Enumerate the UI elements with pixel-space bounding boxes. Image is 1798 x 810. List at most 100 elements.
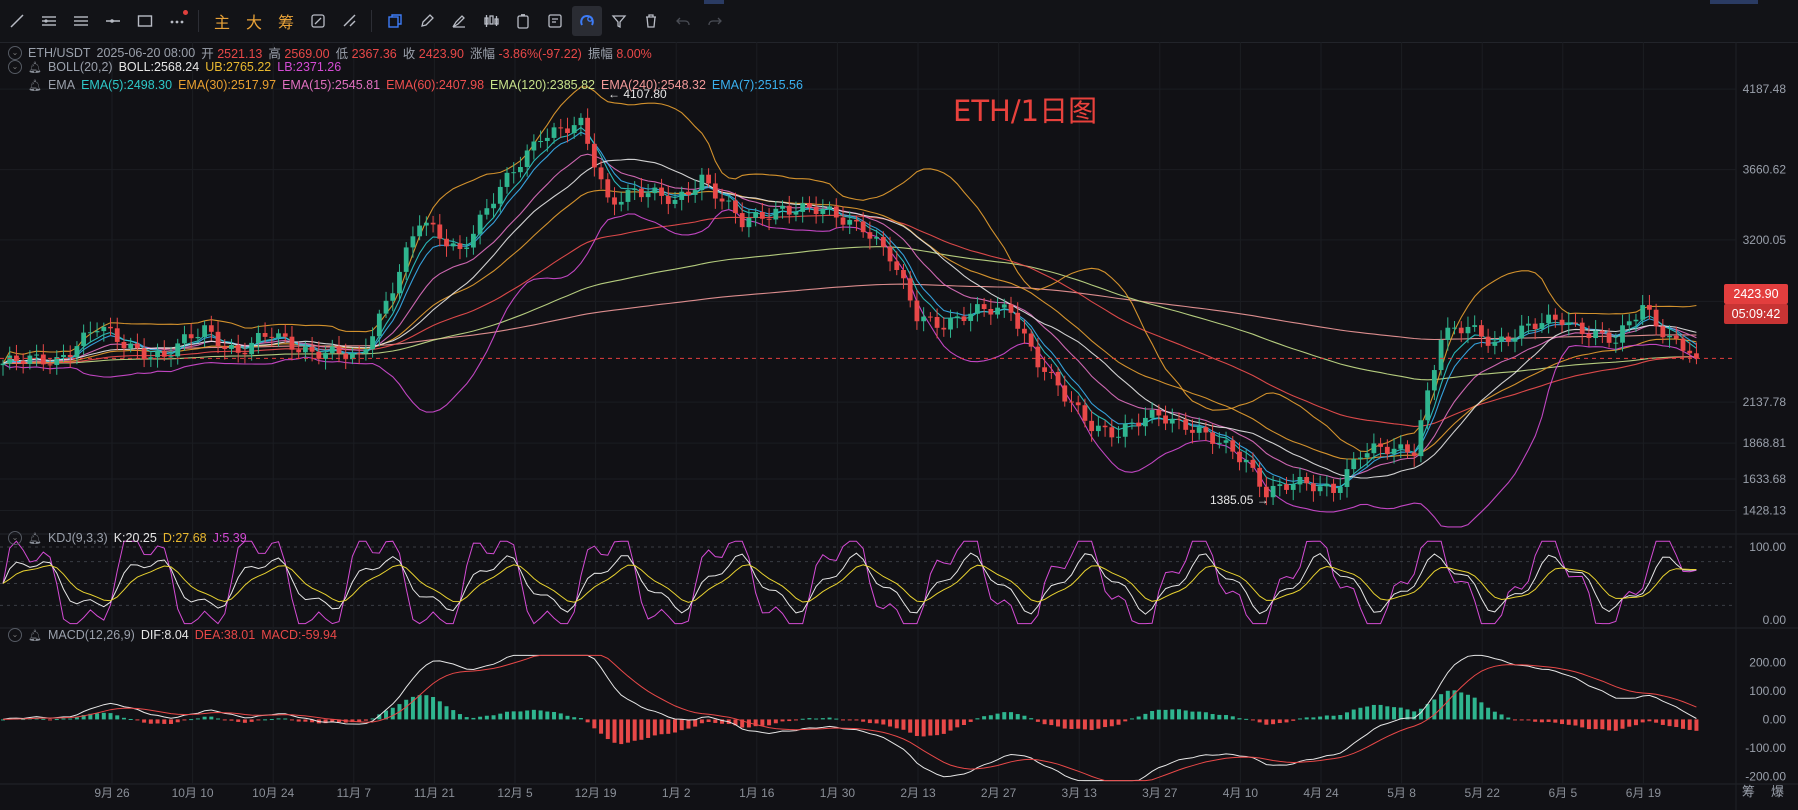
macd-bar (1230, 716, 1235, 720)
candle-body (1640, 305, 1646, 320)
filter-icon[interactable] (604, 6, 634, 36)
trash-icon[interactable] (636, 6, 666, 36)
macd-bar (673, 719, 677, 733)
kdj-legend: ⌄ 🔔︎ KDJ(9,3,3) K:20.25 D:27.68 J:5.39 (8, 531, 247, 545)
toolbar-divider (371, 10, 372, 32)
candle-body (1297, 476, 1303, 485)
macd-bar (1264, 719, 1269, 725)
candle-body (854, 219, 859, 222)
macd-bar (545, 711, 550, 720)
bottom-right-buttons[interactable]: 筹 爆 (1742, 781, 1790, 800)
macd-bar (686, 719, 691, 729)
alert-bell-icon[interactable]: 🔔︎ (28, 629, 42, 642)
countdown-tag: 05:09:42 (1724, 304, 1788, 324)
magnet-icon[interactable] (572, 6, 602, 36)
close-label: 收 (402, 47, 416, 61)
drawing-toolbar: 主 大 筹 (0, 0, 1798, 43)
copy-icon[interactable] (380, 6, 410, 36)
macd-bar (1022, 715, 1027, 720)
candle-body (706, 174, 711, 184)
measure-icon[interactable] (335, 6, 365, 36)
macd-bar (390, 707, 395, 720)
collapse-chevron-icon[interactable]: ⌄ (8, 531, 22, 545)
macd-bar (592, 719, 597, 729)
collapse-chevron-icon[interactable]: ⌄ (8, 628, 22, 642)
candle-body (101, 326, 107, 332)
pencil-icon[interactable] (412, 6, 442, 36)
parallel-lines-icon[interactable] (66, 6, 96, 36)
collapse-chevron-icon[interactable]: ⌄ (8, 60, 22, 74)
candle-body (262, 332, 268, 337)
macd-bar (1640, 719, 1645, 723)
macd-bar (1116, 719, 1121, 725)
big-order-button[interactable]: 大 (239, 6, 269, 36)
macd-bar (1687, 719, 1692, 730)
amplitude-value: 8.00% (616, 47, 652, 61)
candlestick-icon[interactable] (476, 6, 506, 36)
candle-body (303, 346, 308, 353)
macd-bar (800, 718, 805, 720)
macd-bar (908, 719, 913, 733)
alert-bell-icon[interactable]: 🔔︎ (28, 532, 42, 545)
undo-icon[interactable] (668, 6, 698, 36)
macd-bar (505, 711, 509, 720)
macd-bar (605, 719, 610, 740)
macd-bar (256, 719, 261, 721)
macd-bar (1338, 715, 1343, 720)
toolbar-accent (704, 0, 724, 4)
horizontal-ray-icon[interactable] (98, 6, 128, 36)
more-icon[interactable] (162, 6, 192, 36)
candle-body (753, 211, 759, 218)
macd-bar (1647, 719, 1652, 722)
candle-body (914, 300, 920, 322)
note-edit-icon[interactable] (540, 6, 570, 36)
candle-body (1290, 484, 1296, 490)
brush-edit-icon[interactable] (303, 6, 333, 36)
macd-bar (928, 719, 933, 736)
x-tick-label: 6月 5 (1548, 786, 1577, 800)
kline-chart[interactable]: 9月 26 10月 10 10月 24 11月 7 11月 21 12月 5 12月 19 1… (0, 42, 1798, 810)
candle-body (1277, 484, 1283, 486)
macd-bar (1365, 706, 1370, 720)
candle-body (403, 247, 409, 272)
horizontal-lines-icon[interactable] (34, 6, 64, 36)
candle-body (141, 348, 147, 360)
macd-bar (968, 719, 973, 722)
rectangle-icon[interactable] (130, 6, 160, 36)
clipboard-icon[interactable] (508, 6, 538, 36)
candle-body (880, 237, 886, 247)
candle-body (74, 346, 80, 358)
macd-bar (1351, 709, 1356, 720)
candle-body (1539, 323, 1545, 329)
macd-bar (451, 710, 456, 720)
macd-bar (404, 699, 409, 720)
alert-bell-icon[interactable]: 🔔︎ (28, 79, 42, 92)
chip-distribution-button[interactable]: 筹 (271, 6, 301, 36)
candle-body (1438, 339, 1444, 371)
candle-body (1055, 371, 1061, 386)
candle-body (1216, 442, 1222, 444)
candle-body (497, 186, 503, 204)
candle-body (1008, 304, 1014, 313)
trendline-icon[interactable] (2, 6, 32, 36)
x-tick-label: 2月 27 (981, 786, 1017, 800)
collapse-chevron-icon[interactable]: ⌄ (8, 45, 22, 60)
candle-body (34, 354, 39, 356)
candle-body (1035, 346, 1041, 368)
x-tick-label: 10月 24 (252, 786, 294, 800)
main-indicator-button[interactable]: 主 (207, 6, 237, 36)
candle-body (336, 346, 342, 354)
redo-icon[interactable] (700, 6, 730, 36)
macd-bar (538, 710, 543, 720)
candle-body (182, 334, 187, 344)
candle-body (665, 195, 671, 204)
candle-body (773, 208, 779, 220)
candle-body (961, 316, 967, 321)
x-tick-label: 5月 8 (1387, 786, 1416, 800)
macd-bar (1062, 719, 1067, 729)
macd-bar (182, 719, 187, 721)
alert-bell-icon[interactable]: 🔔︎ (28, 61, 42, 74)
ema120-value: EMA(120):2385.82 (490, 78, 595, 92)
highlighter-icon[interactable] (444, 6, 474, 36)
candle-body (1237, 451, 1242, 463)
